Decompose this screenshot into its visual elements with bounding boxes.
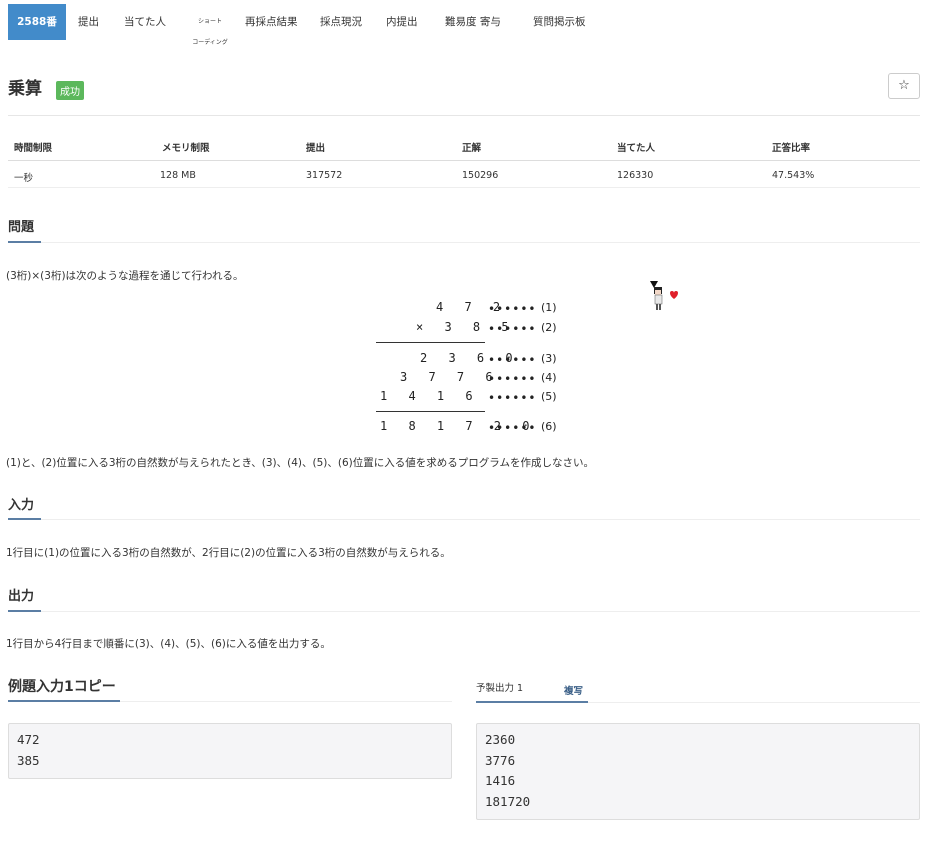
tab-board[interactable]: 質問掲示板 [533,4,586,40]
value-memory-limit: 128 MB [160,170,196,181]
sample-output-line-2: 3776 [485,752,516,768]
calc-row-3-dots: •••••• [488,353,537,367]
header-memory-limit: メモリ制限 [162,143,210,154]
status-badge: 成功 [56,81,84,100]
section-output-title: 出力 [8,589,35,604]
input-description: 1行目に(1)の位置に入る3桁の自然数が、2行目に(2)の位置に入る3桁の自然数… [6,547,451,559]
sample-output-line [588,702,920,703]
calc-rule-1 [376,342,485,343]
star-button[interactable]: ☆ [888,73,920,99]
tab-my-submissions[interactable]: 内提出 [386,4,418,40]
header-submissions: 提出 [306,143,326,154]
calc-row-1-dots: •••••• [488,302,537,316]
sample-input-title: 例題入力1コピー [8,679,116,695]
character-sprite-icon [650,281,678,310]
table-bottom-divider [8,187,920,188]
sample-output-line-3: 1416 [485,773,516,788]
tab-status[interactable]: 採点現況 [320,4,362,40]
tab-difficulty[interactable]: 難易度 寄与 [445,4,501,40]
sample-input-box[interactable]: 472 385 [8,723,452,779]
calc-row-6-digits: 1 8 1 7 2 0 [380,419,537,433]
calc-row-4-dots: •••••• [488,372,537,386]
header-time-limit: 時間制限 [14,143,53,154]
sample-input-line [120,701,452,702]
sample-output-line-1: 2360 [485,732,516,747]
section-input-underline [8,518,41,520]
calc-row-2-digits: × 3 8 5 [416,320,516,334]
sample-output-title: 予製出力 1 [476,683,524,694]
value-submissions: 317572 [306,170,343,181]
tab-rejudge[interactable]: 再採点結果 [245,4,298,40]
tab-short-coding-top: ショート [197,18,222,25]
section-problem-line [41,242,920,243]
value-ratio: 47.543% [772,170,815,181]
calc-row-1-digits: 4 7 2 [436,300,508,314]
value-time-limit: 一秒 [14,173,34,184]
calc-row-5-digits: 1 4 1 6 [380,389,480,403]
problem-task: (1)と、(2)位置に入る3桁の自然数が与えられたとき、(3)、(4)、(5)、… [6,457,594,469]
sample-input-underline [8,700,120,702]
section-output-underline [8,610,41,612]
calc-row-6-dots: •••••• [488,421,537,435]
section-problem-title: 問題 [8,220,35,235]
sample-output-underline [476,701,588,703]
output-description: 1行目から4行目まで順番に(3)、(4)、(5)、(6)に入る値を出力する。 [6,638,331,650]
section-output-line [41,611,920,612]
header-accepted: 正解 [462,143,482,154]
calc-row-4-label: (4) [541,371,557,384]
header-solved-by: 当てた人 [617,143,656,154]
section-problem-underline [8,241,41,243]
calc-row-5-dots: •••••• [488,391,537,405]
problem-title: 乗算 [8,79,42,99]
section-input-line [41,519,920,520]
calc-row-2-dots: •••••• [488,322,537,336]
copy-output-link[interactable]: 複写 [564,683,583,697]
value-solved-by: 126330 [617,170,654,181]
sample-output-box[interactable]: 2360 3776 1416 181720 [476,723,920,820]
star-icon: ☆ [898,78,910,93]
value-accepted: 150296 [462,170,499,181]
tab-short-coding-bottom: コーディング [192,39,228,46]
sample-output-line-4: 181720 [485,793,531,809]
tab-problem-number[interactable]: 2588番 [8,4,66,40]
tab-solved-by[interactable]: 当てた人 [124,4,166,40]
calc-row-2-label: (2) [541,321,557,334]
calc-row-4-digits: 3 7 7 6 [400,370,500,384]
calc-rule-2 [376,411,485,412]
section-input-title: 入力 [8,498,35,513]
tab-submit[interactable]: 提出 [78,4,99,40]
calc-row-1-label: (1) [541,301,557,314]
calc-row-3-label: (3) [541,352,557,365]
calc-row-3-digits: 2 3 6 0 [420,351,520,365]
calc-row-5-label: (5) [541,390,557,403]
table-header-divider [8,160,920,161]
tab-short-coding[interactable]: ショート コーディング [188,4,232,46]
title-divider [8,115,920,116]
sample-input-line-2: 385 [17,752,40,768]
problem-intro: (3桁)×(3桁)は次のような過程を通じて行われる。 [6,270,244,282]
sample-input-line-1: 472 [17,732,40,747]
calc-row-6-label: (6) [541,420,557,433]
header-ratio: 正答比率 [772,143,811,154]
